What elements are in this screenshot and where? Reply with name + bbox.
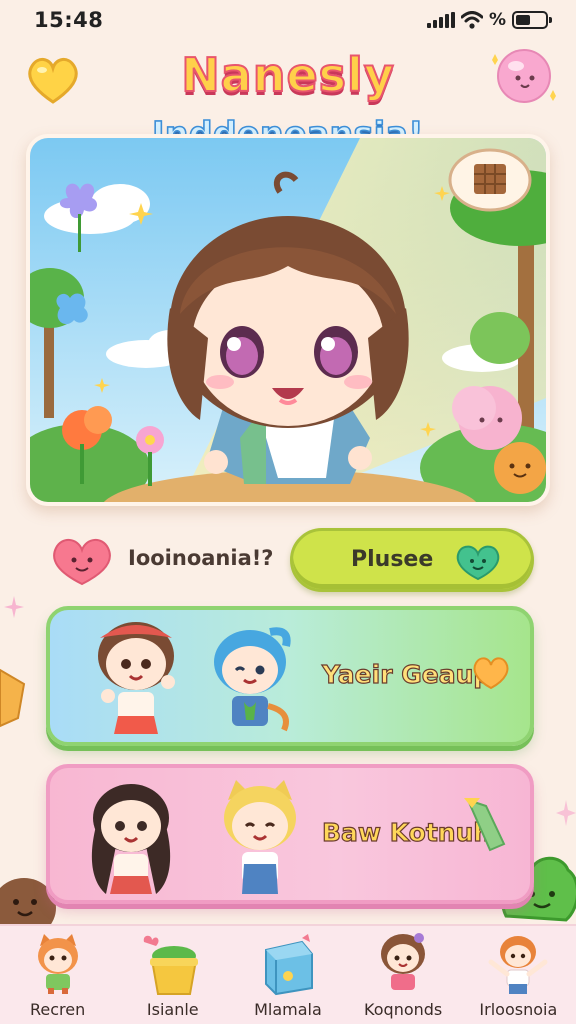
status-icons: % [426, 10, 552, 30]
orange-heart-icon [473, 657, 509, 690]
sparkle-star-icon [556, 800, 576, 826]
pause-button[interactable]: Plusee [290, 528, 534, 592]
candy-icon [0, 668, 26, 728]
hero-illustration [26, 134, 550, 506]
gift-box-icon [264, 934, 313, 996]
status-bar: 15:48 % [0, 0, 576, 40]
battery-percent-label: % [488, 10, 506, 30]
group-card[interactable]: Yaeir Geaup [46, 606, 534, 746]
pause-button-label: Plusee [351, 547, 434, 572]
bottom-nav: Recren Isianle Mlamala Koqnonds Irloosno… [0, 924, 576, 1024]
wifi-icon [460, 11, 483, 29]
prompt-text: Iooinoania!? [128, 546, 274, 570]
sparkle-star-icon [4, 596, 24, 618]
girl-character-icon [381, 933, 426, 990]
nav-label: Koqnonds [364, 1000, 443, 1019]
app-title: Nanesly [180, 47, 395, 103]
prompt-row: Iooinoania!? Plusee [48, 528, 534, 592]
pink-heart-icon [53, 539, 111, 586]
nav-label: Recren [29, 1000, 86, 1019]
nav-item-koqnonds[interactable]: Koqnonds [349, 926, 457, 1024]
blonde-cat-ear-kid-illustration [224, 780, 296, 894]
green-cone-icon [464, 798, 506, 852]
status-time: 15:48 [34, 8, 104, 32]
plant-pot-icon [143, 935, 198, 995]
nav-item-isianle[interactable]: Isianle [119, 926, 227, 1024]
battery-icon [512, 11, 552, 29]
kid-waving-icon [488, 936, 548, 994]
nav-label: Isianle [146, 1000, 199, 1019]
dark-hair-girl-illustration [91, 784, 171, 894]
nav-item-recren[interactable]: Recren [4, 926, 112, 1024]
green-heart-icon [456, 545, 500, 581]
group-card-label: Yaeir Geaup [321, 659, 492, 689]
nav-item-irloosnoia[interactable]: Irloosnoia [464, 926, 572, 1024]
friends-card[interactable]: Baw Kotnuh [46, 764, 534, 904]
nav-label: Irloosnoia [479, 1000, 558, 1019]
girl-with-hat-illustration [98, 622, 175, 734]
nav-item-mlamala[interactable]: Mlamala [234, 926, 342, 1024]
cellular-signal-icon [426, 12, 455, 28]
blue-hair-kid-illustration [214, 627, 291, 732]
nav-label: Mlamala [254, 1000, 322, 1019]
fox-character-icon [37, 934, 78, 994]
